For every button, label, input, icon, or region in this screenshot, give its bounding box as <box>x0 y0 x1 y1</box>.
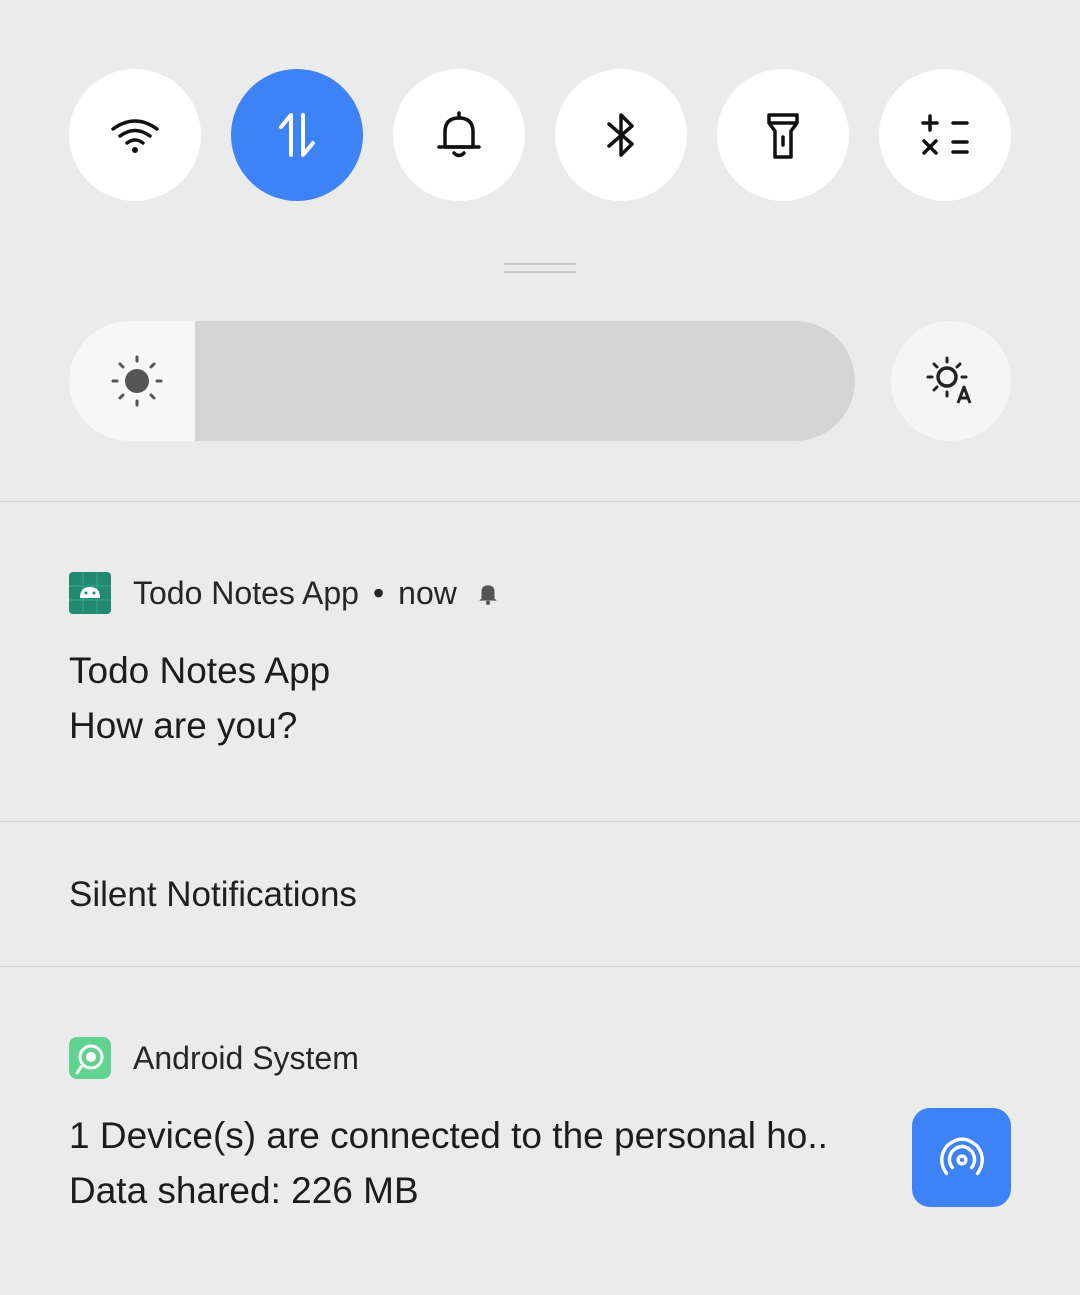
silent-notifications-header: Silent Notifications <box>69 875 357 914</box>
hotspot-action-button[interactable] <box>912 1108 1011 1207</box>
panel-drag-handle[interactable] <box>504 263 576 275</box>
divider <box>0 501 1080 502</box>
notification-text[interactable]: Data shared: 226 MB <box>69 1170 419 1212</box>
notification-header: Todo Notes App • now <box>69 572 501 614</box>
notification-app-name: Android System <box>133 1039 359 1076</box>
wifi-icon <box>111 119 159 153</box>
divider <box>0 966 1080 967</box>
brightness-slider[interactable] <box>69 321 855 441</box>
mobile-data-icon <box>279 113 315 157</box>
bell-icon <box>437 111 481 158</box>
mobile-data-toggle[interactable] <box>231 69 363 201</box>
bell-icon <box>479 585 497 605</box>
notification-title[interactable]: 1 Device(s) are connected to the persona… <box>69 1115 828 1157</box>
quick-settings-toggles <box>69 69 1011 201</box>
auto-brightness-icon <box>926 356 972 404</box>
flashlight-icon <box>767 113 799 159</box>
notification-title[interactable]: Todo Notes App <box>69 650 330 692</box>
notification-time: now <box>398 574 457 611</box>
header-separator: • <box>372 574 385 611</box>
sound-toggle[interactable] <box>393 69 525 201</box>
brightness-icon <box>111 355 163 407</box>
wifi-toggle[interactable] <box>69 69 201 201</box>
notification-header: Android System <box>69 1037 359 1079</box>
bluetooth-icon <box>607 113 634 157</box>
notification-text[interactable]: How are you? <box>69 705 297 747</box>
calculator-toggle[interactable] <box>879 69 1011 201</box>
hotspot-icon <box>939 1136 984 1175</box>
android-system-icon <box>69 1037 111 1079</box>
auto-brightness-button[interactable] <box>891 321 1011 441</box>
android-app-icon <box>69 572 111 614</box>
flashlight-toggle[interactable] <box>717 69 849 201</box>
calculator-icon <box>921 114 969 155</box>
notification-app-name: Todo Notes App <box>133 574 359 611</box>
bluetooth-toggle[interactable] <box>555 69 687 201</box>
divider <box>0 821 1080 822</box>
